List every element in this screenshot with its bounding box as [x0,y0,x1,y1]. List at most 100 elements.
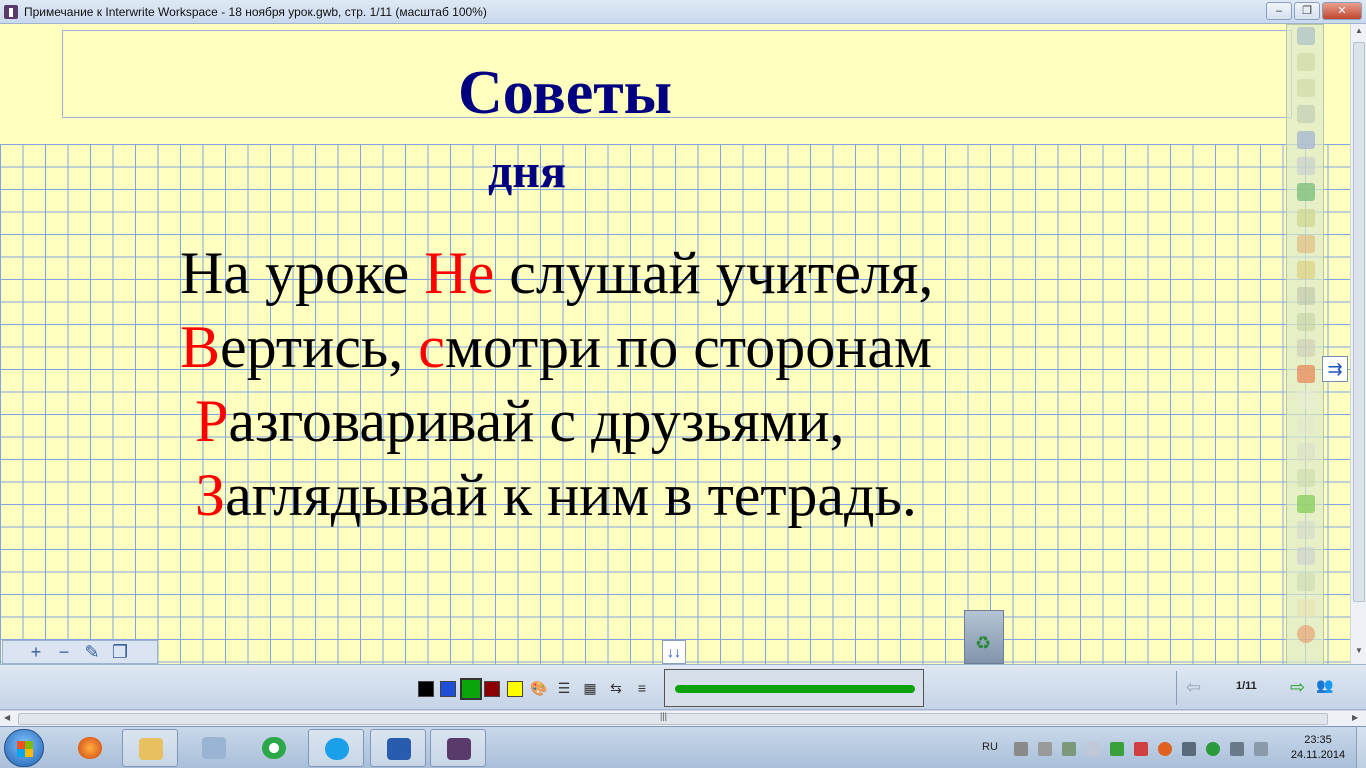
mail-agent-icon [262,737,286,759]
previous-page-arrow-icon[interactable]: ⇦ [1186,677,1201,698]
next-page-icon[interactable] [1297,495,1315,513]
taskbar-skype[interactable] [308,729,364,767]
close-button[interactable]: ✕ [1322,2,1362,20]
vertical-scroll-thumb[interactable] [1353,42,1365,602]
tray-flag-icon[interactable] [1254,742,1268,756]
line-1-rest: слушай учителя, [494,240,934,306]
tray-antivirus-icon[interactable] [1158,742,1172,756]
text-line-3: Разговаривай с друзьями, [180,384,933,458]
taskbar-mail-agent[interactable] [246,729,302,767]
mouse-icon[interactable] [1297,105,1315,123]
clone-icon[interactable] [1297,339,1315,357]
gallery-icon[interactable] [1297,573,1315,591]
line-1-accent: Не [424,240,495,306]
slide-text: На уроке Не слушай учителя, Вертись, смо… [180,236,933,532]
color-swatch-yellow[interactable] [507,681,523,697]
language-indicator[interactable]: RU [982,741,998,753]
minus-icon[interactable]: − [55,643,73,661]
pencil-icon[interactable]: ✎ [83,643,101,661]
word-icon [387,738,411,760]
scroll-left-icon[interactable]: ◀ [4,713,10,722]
shapes-icon[interactable] [1297,261,1315,279]
scroll-right-icon[interactable]: ▶ [1352,713,1358,722]
tray-tools-icon[interactable] [1038,742,1052,756]
previous-page-icon[interactable] [1297,469,1315,487]
plus-icon[interactable]: + [27,643,45,661]
pointer-icon[interactable] [1297,157,1315,175]
tray-check-icon[interactable] [1110,742,1124,756]
restore-button[interactable]: ❐ [1294,2,1320,20]
tray-warning-icon[interactable] [1134,742,1148,756]
pages-icon[interactable]: ❐ [111,643,129,661]
scroll-up-icon[interactable]: ▲ [1353,26,1365,40]
delete-icon[interactable] [1297,365,1315,383]
transparency-icon[interactable]: ▦ [581,679,599,697]
horizontal-scroll-thumb[interactable] [18,713,1328,725]
line-2-accent: В [180,314,221,380]
expand-toolbar-arrows-icon[interactable]: ↓↓ [662,640,686,664]
line-2-rest: мотри по сторонам [444,314,932,380]
text-icon[interactable] [1297,313,1315,331]
dash-style-icon[interactable]: ≡ [633,679,651,697]
recycle-bin-icon[interactable] [964,610,1004,664]
window-title: Примечание к Interwrite Workspace - 18 н… [24,4,487,19]
skype-icon [325,738,349,760]
save-icon[interactable] [1297,547,1315,565]
taskbar-interwrite[interactable] [430,729,486,767]
firefox-icon [78,737,102,759]
insert-page-icon[interactable] [1297,417,1315,435]
color-swatch-blue[interactable] [440,681,456,697]
users-icon[interactable]: 👥 [1316,677,1336,697]
toolbar-dock-arrows-icon[interactable]: ⇉ [1322,356,1348,382]
text-line-1: На уроке Не слушай учителя, [180,236,933,310]
eraser-icon[interactable] [1297,235,1315,253]
taskbar-explorer[interactable] [122,729,178,767]
line-4-rest: аглядывай к ним в тетрадь. [225,462,917,528]
tray-network-icon[interactable] [1206,742,1220,756]
taskbar-scanner[interactable] [186,729,242,767]
color-swatch-black[interactable] [418,681,434,697]
line-2-mid: ертись, [220,314,419,380]
table-icon[interactable] [1297,521,1315,539]
tray-security-icon[interactable] [1062,742,1076,756]
tools-icon[interactable] [1297,599,1315,617]
vertical-scrollbar[interactable]: ▲ ▼ [1350,24,1366,664]
next-page-arrow-icon[interactable]: ⇨ [1290,677,1305,698]
title-bar: Примечание к Interwrite Workspace - 18 н… [0,0,1366,24]
zoom-panel: + − ✎ ❐ [2,640,158,664]
show-desktop-button[interactable] [1356,727,1366,768]
exit-icon[interactable] [1297,625,1315,643]
slide-subheading: дня [488,145,566,198]
clock-time: 23:35 [1304,734,1332,746]
scroll-down-icon[interactable]: ▼ [1353,646,1365,660]
whiteboard-canvas[interactable]: Советы дня На уроке Не слушай учителя, В… [0,24,1350,664]
taskbar-firefox[interactable] [62,729,118,767]
line-style-icon[interactable]: ⇆ [607,679,625,697]
pen-icon[interactable] [1297,183,1315,201]
horizontal-scrollbar[interactable]: ◀ ||| ▶ [0,710,1366,726]
tray-mail-icon[interactable] [1086,742,1100,756]
redo-icon[interactable] [1297,79,1315,97]
tray-signal-icon[interactable] [1182,742,1196,756]
taskbar: RU 23:35 24.11.2014 [0,726,1366,768]
line-2-accent2: с [418,314,445,380]
tray-volume-icon[interactable] [1230,742,1244,756]
page-sorter-icon[interactable] [1297,443,1315,461]
color-swatch-darkred[interactable] [484,681,500,697]
undo-icon[interactable] [1297,53,1315,71]
line-width-icon[interactable]: ☰ [555,679,573,697]
palette-menu-icon[interactable] [1297,27,1315,45]
new-page-icon[interactable] [1297,391,1315,409]
start-button[interactable] [4,729,44,767]
taskbar-word[interactable] [370,729,426,767]
title-frame [62,30,1292,118]
folder-icon [139,738,163,760]
line-icon[interactable] [1297,287,1315,305]
highlighter-icon[interactable] [1297,209,1315,227]
color-swatch-green[interactable] [460,678,482,700]
tray-device-icon[interactable] [1014,742,1028,756]
select-region-icon[interactable] [1297,131,1315,149]
minimize-button[interactable]: – [1266,2,1292,20]
palette-icon[interactable]: 🎨 [530,679,548,697]
system-clock[interactable]: 23:35 24.11.2014 [1290,733,1346,763]
